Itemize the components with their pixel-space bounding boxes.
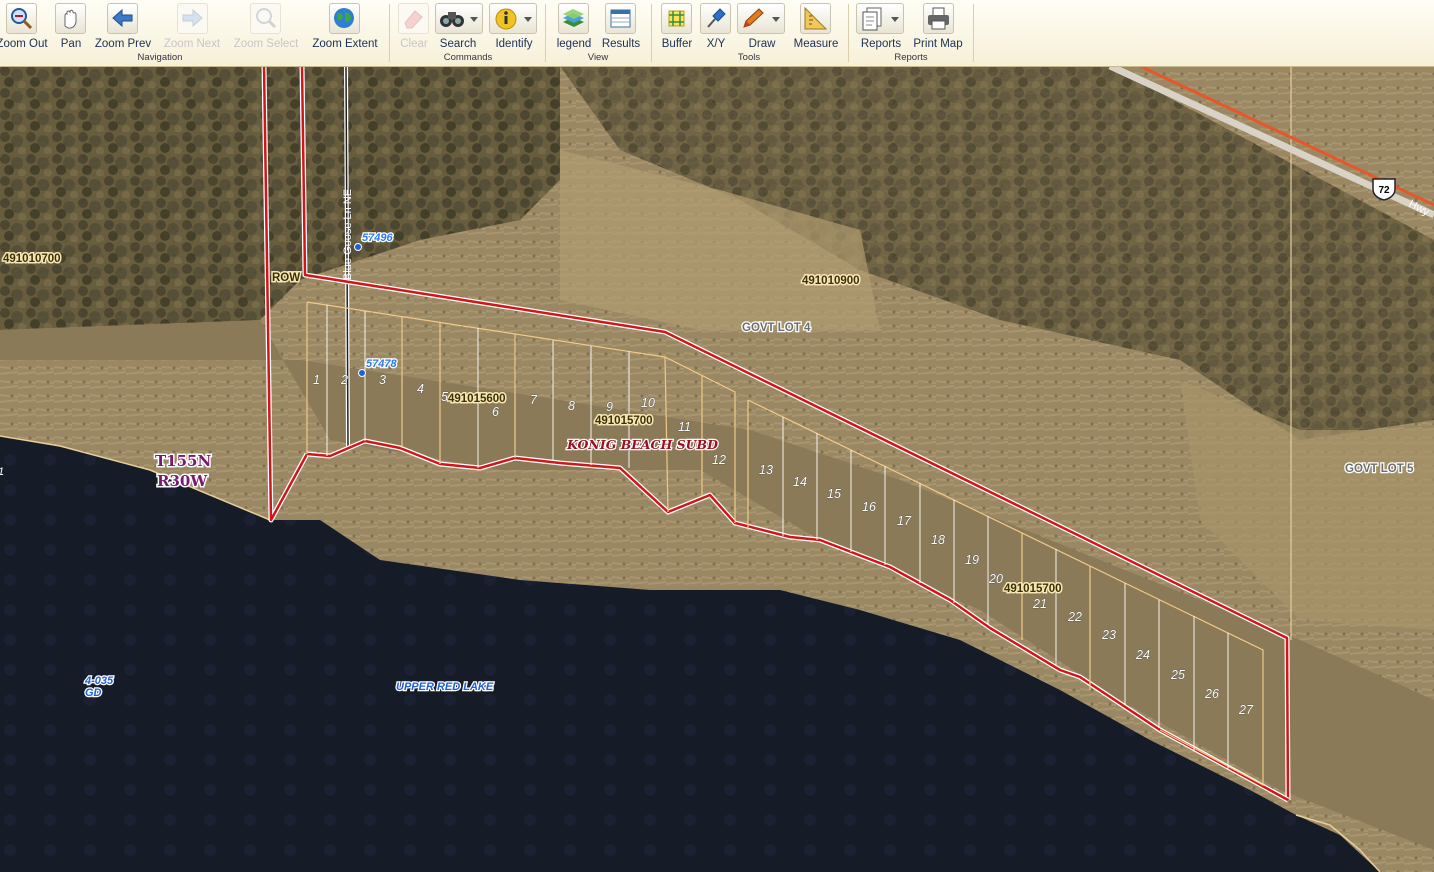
map-toolbar: Zoom Out Pan Zoom Prev Zoom Next Zoom Se…: [0, 0, 1434, 67]
lot-number-label: 24: [1135, 648, 1150, 662]
row-label: ROW: [272, 272, 300, 284]
lot-number-label: 5: [441, 390, 448, 404]
toolbar-separator: [651, 4, 652, 62]
lot-number-label: 11: [678, 420, 691, 434]
chevron-down-icon: [891, 17, 899, 22]
lot-number-label: 16: [862, 500, 876, 514]
parcel-id-label: 491010900: [802, 275, 860, 287]
lot-number-label: 4: [417, 382, 424, 396]
lot-number-label: 19: [965, 553, 979, 567]
group-navigation-label: Navigation: [137, 52, 183, 63]
lake-name-label: UPPER RED LAKE: [396, 681, 494, 693]
zoom-select-icon: [250, 3, 281, 34]
printer-icon: [923, 3, 954, 34]
road-name-label: Blue Goose Ln NE: [342, 189, 354, 280]
toolbar-separator: [848, 4, 849, 62]
range-label: R30W: [157, 472, 208, 490]
reports-icon: [856, 3, 904, 34]
chevron-down-icon: [470, 17, 478, 22]
eraser-icon: [398, 3, 429, 34]
parcel-id-label: 491015700: [1004, 583, 1062, 595]
parcel-id-label: 491015700: [595, 415, 653, 427]
pencil-icon: [737, 3, 785, 34]
group-tools-label: Tools: [737, 52, 761, 63]
pushpin-icon: [700, 3, 731, 34]
binoculars-icon: [435, 3, 483, 34]
table-icon: [605, 3, 636, 34]
lot-number-label: 18: [931, 533, 945, 547]
chevron-down-icon: [524, 17, 532, 22]
township-label: T155N: [155, 452, 211, 470]
lake-id-label: 4-035: [84, 675, 114, 687]
buffer-icon: [661, 3, 692, 34]
lot-number-label: 26: [1204, 687, 1219, 701]
address-point[interactable]: [354, 243, 362, 251]
edge-lot-label: 1: [0, 466, 4, 478]
ruler-icon: [800, 3, 831, 34]
group-commands-label: Commands: [443, 52, 493, 63]
lot-number-label: 12: [712, 453, 726, 467]
group-view-label: View: [587, 52, 609, 63]
zoom-out-icon: [6, 3, 37, 34]
toolbar-separator: [389, 4, 390, 62]
lot-number-label: 23: [1101, 628, 1116, 642]
arrow-left-icon: [107, 3, 138, 34]
parcel-id-label: 491010700: [3, 253, 61, 265]
lake-id-label: GD: [85, 687, 102, 699]
lot-number-label: 3: [379, 373, 386, 387]
parcel-id-label: 491015600: [448, 393, 506, 405]
lot-number-label: 8: [568, 399, 575, 413]
lot-number-label: 2: [340, 373, 348, 387]
lot-number-label: 9: [606, 400, 613, 414]
govt-lot-5-label: GOVT LOT 5: [1345, 463, 1414, 475]
lot-number-label: 10: [641, 396, 655, 410]
lot-number-label: 17: [897, 514, 912, 528]
hand-icon: [55, 3, 86, 34]
map-canvas[interactable]: 72 Hwy Blue Goose Ln NE 57496 57478 4910…: [0, 66, 1434, 872]
highway-shield: 72: [1372, 178, 1396, 201]
lot-number-label: 14: [793, 475, 807, 489]
chevron-down-icon: [772, 17, 780, 22]
lot-number-label: 21: [1032, 597, 1047, 611]
lot-number-label: 22: [1067, 610, 1082, 624]
svg-text:72: 72: [1378, 185, 1390, 196]
lot-number-label: 6: [492, 405, 499, 419]
address-label: 57478: [366, 358, 397, 370]
layers-icon: [558, 3, 589, 34]
address-point[interactable]: [358, 369, 366, 377]
info-icon: [489, 3, 537, 34]
arrow-right-icon: [177, 3, 208, 34]
lot-number-label: 13: [759, 463, 773, 477]
toolbar-separator: [973, 4, 974, 62]
lot-number-label: 25: [1170, 668, 1185, 682]
govt-lot-4-label: GOVT LOT 4: [742, 322, 811, 334]
lot-number-label: 20: [988, 572, 1003, 586]
subdivision-label: KONIG BEACH SUBD: [566, 437, 718, 452]
address-label: 57496: [362, 232, 393, 244]
toolbar-separator: [545, 4, 546, 62]
lot-number-label: 15: [827, 487, 841, 501]
globe-icon: [329, 3, 360, 34]
lot-number-label: 1: [313, 373, 320, 387]
lot-number-label: 7: [530, 393, 538, 407]
lot-number-label: 27: [1238, 703, 1254, 717]
group-reports-label: Reports: [894, 52, 928, 63]
